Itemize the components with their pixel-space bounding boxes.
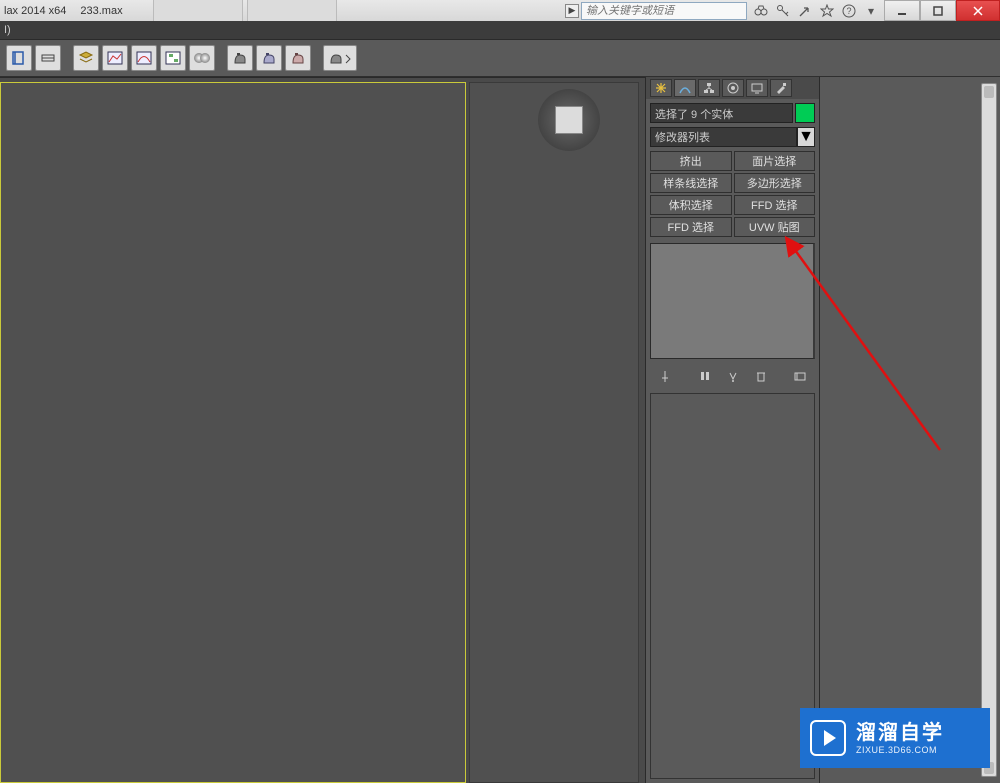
watermark-badge: 溜溜自学 ZIXUE.3D66.COM <box>800 708 990 768</box>
search-go-button[interactable]: ▶ <box>565 4 579 18</box>
graph-editor-icon[interactable] <box>102 45 128 71</box>
modifier-extrude-button[interactable]: 挤出 <box>650 151 732 171</box>
key-icon[interactable] <box>775 3 791 19</box>
make-unique-icon[interactable] <box>724 367 742 385</box>
pin-stack-icon[interactable] <box>656 367 674 385</box>
window-buttons <box>884 0 1000 21</box>
remove-modifier-icon[interactable] <box>752 367 770 385</box>
viewcube[interactable] <box>536 87 602 153</box>
selection-row: 选择了 9 个实体 <box>650 103 815 123</box>
command-panel-body: 选择了 9 个实体 修改器列表 ▼ 挤出 面片选择 样条线选择 多边形选择 体积… <box>646 99 819 389</box>
modifier-stack[interactable] <box>650 243 815 359</box>
viewport-left[interactable] <box>0 82 466 783</box>
title-bar: lax 2014 x64 233.max ▶ ? ▾ <box>0 0 1000 21</box>
modifier-spline-select-button[interactable]: 样条线选择 <box>650 173 732 193</box>
vertical-scrollbar[interactable] <box>981 83 997 777</box>
layer-icon[interactable] <box>73 45 99 71</box>
display-tab-icon[interactable] <box>746 79 768 97</box>
viewcube-face-icon[interactable] <box>555 106 583 134</box>
modifier-ffd-select-button[interactable]: FFD 选择 <box>734 195 816 215</box>
minimize-button[interactable] <box>884 0 920 21</box>
search-input[interactable] <box>581 2 747 20</box>
curve-editor-icon[interactable] <box>131 45 157 71</box>
selection-name-field[interactable]: 选择了 9 个实体 <box>650 103 793 123</box>
main-area: 选择了 9 个实体 修改器列表 ▼ 挤出 面片选择 样条线选择 多边形选择 体积… <box>0 77 1000 783</box>
star-icon[interactable] <box>819 3 835 19</box>
stack-toolbar <box>650 367 815 385</box>
main-toolbar <box>0 40 1000 77</box>
watermark-cn: 溜溜自学 <box>856 721 944 745</box>
modifier-vol-select-button[interactable]: 体积选择 <box>650 195 732 215</box>
search-area: ▶ ? ▾ <box>565 0 879 21</box>
configure-sets-icon[interactable] <box>791 367 809 385</box>
render-preset-icon[interactable] <box>323 45 357 71</box>
arrow-icon[interactable] <box>797 3 813 19</box>
modify-tab-icon[interactable] <box>674 79 696 97</box>
title-text-area: lax 2014 x64 233.max <box>0 5 123 17</box>
help-icon[interactable]: ? <box>841 3 857 19</box>
render-setup-icon[interactable] <box>227 45 253 71</box>
command-panel-tabs <box>646 77 819 99</box>
svg-text:?: ? <box>846 6 851 16</box>
modifier-buttons-grid: 挤出 面片选择 样条线选择 多边形选择 体积选择 FFD 选择 FFD 选择 U… <box>650 151 815 237</box>
motion-tab-icon[interactable] <box>722 79 744 97</box>
background-tab[interactable] <box>153 0 243 21</box>
material-editor-icon[interactable] <box>189 45 215 71</box>
viewport-area <box>0 77 645 783</box>
play-icon <box>810 720 846 756</box>
render-production-icon[interactable] <box>285 45 311 71</box>
title-help-icons: ? ▾ <box>753 3 879 19</box>
viewport-right[interactable] <box>469 82 639 783</box>
modifier-ffd-select-b-button[interactable]: FFD 选择 <box>650 217 732 237</box>
hierarchy-tab-icon[interactable] <box>698 79 720 97</box>
render-frame-icon[interactable] <box>256 45 282 71</box>
background-tab[interactable] <box>247 0 337 21</box>
chevron-down-icon[interactable]: ▼ <box>797 127 815 147</box>
maximize-button[interactable] <box>920 0 956 21</box>
close-button[interactable] <box>956 0 1000 21</box>
right-gutter <box>819 77 1000 783</box>
rollout-empty-area <box>650 393 815 779</box>
background-tabs <box>153 0 341 21</box>
object-color-swatch[interactable] <box>795 103 815 123</box>
named-selection-icon[interactable] <box>6 45 32 71</box>
modifier-patch-select-button[interactable]: 面片选择 <box>734 151 816 171</box>
show-end-result-icon[interactable] <box>696 367 714 385</box>
dropdown-caret-icon[interactable]: ▾ <box>863 3 879 19</box>
modifier-list-row: 修改器列表 ▼ <box>650 127 815 147</box>
menu-strip: I) <box>0 21 1000 40</box>
modifier-poly-select-button[interactable]: 多边形选择 <box>734 173 816 193</box>
modifier-uvw-map-button[interactable]: UVW 贴图 <box>734 217 816 237</box>
schematic-view-icon[interactable] <box>160 45 186 71</box>
watermark-text: 溜溜自学 ZIXUE.3D66.COM <box>856 721 944 756</box>
app-title: lax 2014 x64 <box>4 5 66 17</box>
modifier-list-dropdown[interactable]: 修改器列表 <box>650 127 797 147</box>
binoculars-icon[interactable] <box>753 3 769 19</box>
command-panel: 选择了 9 个实体 修改器列表 ▼ 挤出 面片选择 样条线选择 多边形选择 体积… <box>645 77 819 783</box>
create-tab-icon[interactable] <box>650 79 672 97</box>
menu-letter[interactable]: I) <box>4 24 11 36</box>
utilities-tab-icon[interactable] <box>770 79 792 97</box>
watermark-en: ZIXUE.3D66.COM <box>856 745 944 756</box>
selection-filter-icon[interactable] <box>35 45 61 71</box>
file-name: 233.max <box>80 5 122 17</box>
